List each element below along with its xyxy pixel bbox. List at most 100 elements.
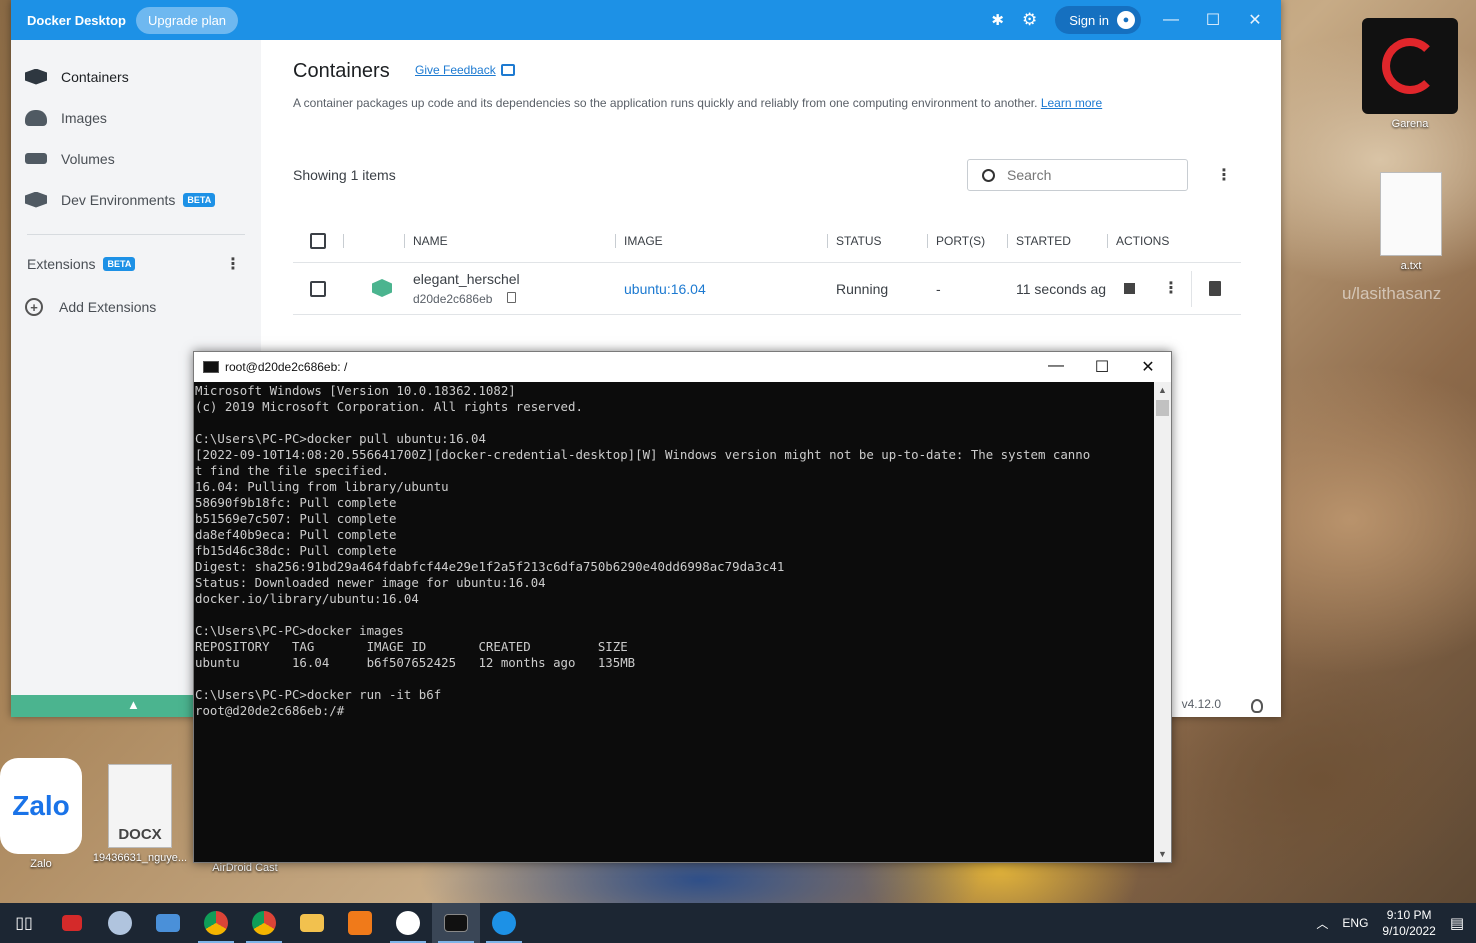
container-id: d20de2c686eb [413,292,493,306]
sidebar-item-label: Dev Environments [61,191,176,208]
sign-in-label: Sign in [1069,12,1109,28]
docker-whale-icon: ▲ [127,697,140,712]
language-indicator[interactable]: ENG [1342,916,1368,930]
table-row[interactable]: elegant_herschel d20de2c686eb ubuntu:16.… [293,263,1241,315]
docx-file-icon: DOCX [108,764,172,848]
version-label: v4.12.0 [1181,697,1221,711]
terminal-output[interactable]: Microsoft Windows [Version 10.0.18362.10… [194,382,1154,862]
notifications-icon[interactable]: ▤ [1450,914,1464,932]
sidebar-item-images[interactable]: Images [11,97,261,138]
copy-id-icon[interactable] [507,292,516,303]
bug-icon[interactable]: ✱ [991,11,1004,29]
settings-gear-icon[interactable]: ⚙ [1022,10,1037,30]
taskbar-app-zalo[interactable] [384,903,432,943]
sidebar-item-dev-environments[interactable]: Dev Environments BETA [11,179,261,220]
page-title: Containers [293,60,390,82]
container-image-link[interactable]: ubuntu:16.04 [624,281,706,297]
taskbar-app-terminal[interactable] [432,903,480,943]
zalo-icon [396,911,420,935]
terminal-line: 16.04: Pulling from library/ubuntu [195,479,449,494]
desktop-icon-zalo[interactable]: Zalo Zalo [0,758,82,870]
row-menu-icon[interactable]: ⋮ [1163,278,1179,298]
chevron-up-icon[interactable]: ︿ [1316,915,1328,932]
terminal-minimize-button[interactable]: — [1033,357,1079,377]
taskbar-app-pdf[interactable] [336,903,384,943]
container-ports: - [936,281,941,297]
camera-icon [62,915,82,931]
stop-icon[interactable] [1124,283,1135,294]
terminal-line: Status: Downloaded newer image for ubunt… [195,575,546,590]
desktop-icon-a-txt[interactable]: a.txt [1380,172,1442,272]
add-extensions-label: Add Extensions [59,299,157,315]
add-extensions-button[interactable]: + Add Extensions [11,287,261,327]
desktop-icon-garena[interactable]: Garena [1362,18,1458,130]
beta-badge: BETA [103,257,136,271]
upgrade-plan-button[interactable]: Upgrade plan [135,6,239,34]
search-box[interactable] [967,159,1188,191]
taskbar-app-pc[interactable] [144,903,192,943]
terminal-line: ubuntu 16.04 b6f507652425 12 months ago … [195,655,636,670]
docker-titlebar: Docker Desktop Upgrade plan ✱ ⚙ Sign in … [11,0,1281,40]
terminal-maximize-button[interactable]: ☐ [1079,357,1125,377]
sidebar-item-label: Containers [61,68,129,85]
taskbar-app-chrome[interactable] [192,903,240,943]
sidebar-item-containers[interactable]: Containers [11,56,261,97]
scroll-thumb[interactable] [1156,400,1169,416]
column-status[interactable]: STATUS [827,234,882,248]
give-feedback-link[interactable]: Give Feedback [415,63,496,77]
column-image[interactable]: IMAGE [615,234,663,248]
extensions-menu-icon[interactable]: ⋮ [225,254,241,274]
taskbar-app-docker[interactable] [480,903,528,943]
terminal-line: Microsoft Windows [Version 10.0.18362.10… [195,383,516,398]
tips-bulb-icon[interactable] [1251,699,1263,713]
task-view-icon: ▯▯ [15,915,33,932]
chrome-icon [252,911,276,935]
taskbar-app-recorder[interactable] [48,903,96,943]
column-name[interactable]: NAME [404,234,448,248]
terminal-line: C:\Users\PC-PC>docker images [195,623,404,638]
sidebar-divider [27,234,245,235]
taskbar-app-chrome-profile[interactable] [240,903,288,943]
minimize-button[interactable]: — [1159,11,1183,29]
desktop-icon-docx[interactable]: DOCX 19436631_nguye... [90,764,190,864]
table-header: NAME IMAGE STATUS PORT(S) STARTED ACTION… [293,220,1241,263]
task-view-button[interactable]: ▯▯ [0,903,48,943]
sign-in-button[interactable]: Sign in ● [1055,6,1141,34]
computer-icon [156,914,180,932]
sidebar-item-volumes[interactable]: Volumes [11,138,261,179]
container-name[interactable]: elegant_herschel [413,271,520,287]
pdf-icon [348,911,372,935]
actions-divider [1191,271,1192,307]
description-text: A container packages up code and its dep… [293,96,1038,110]
taskbar-app-explorer[interactable] [288,903,336,943]
column-divider [343,234,352,248]
clock-date: 9/10/2022 [1382,924,1436,938]
column-started[interactable]: STARTED [1007,234,1071,248]
terminal-line: C:\Users\PC-PC>docker run -it b6f [195,687,442,702]
table-options-icon[interactable]: ⋮ [1216,165,1232,185]
desktop-icon-label: a.txt [1400,260,1422,272]
search-input[interactable] [1007,167,1157,183]
scroll-up-icon[interactable]: ▲ [1154,385,1171,395]
select-all-checkbox[interactable] [310,233,326,249]
taskbar-app-paint[interactable] [96,903,144,943]
paint-icon [108,911,132,935]
terminal-scrollbar[interactable]: ▲ ▼ [1154,382,1171,862]
learn-more-link[interactable]: Learn more [1041,96,1102,110]
row-checkbox[interactable] [310,281,326,297]
terminal-window[interactable]: root@d20de2c686eb: / — ☐ ✕ Microsoft Win… [193,351,1172,863]
terminal-titlebar[interactable]: root@d20de2c686eb: / — ☐ ✕ [194,352,1171,382]
column-ports[interactable]: PORT(S) [927,234,985,248]
scroll-down-icon[interactable]: ▼ [1154,849,1171,859]
extensions-label: Extensions [27,256,96,272]
delete-icon[interactable] [1209,281,1221,296]
clock-time: 9:10 PM [1386,908,1432,922]
close-button[interactable]: ✕ [1243,10,1267,30]
terminal-close-button[interactable]: ✕ [1125,357,1171,377]
page-description: A container packages up code and its dep… [293,96,1102,110]
terminal-line: 58690f9b18fc: Pull complete [195,495,397,510]
feedback-icon[interactable] [501,64,515,76]
clock[interactable]: 9:10 PM 9/10/2022 [1382,907,1435,939]
maximize-button[interactable]: ☐ [1201,10,1225,30]
console-icon [203,361,219,373]
